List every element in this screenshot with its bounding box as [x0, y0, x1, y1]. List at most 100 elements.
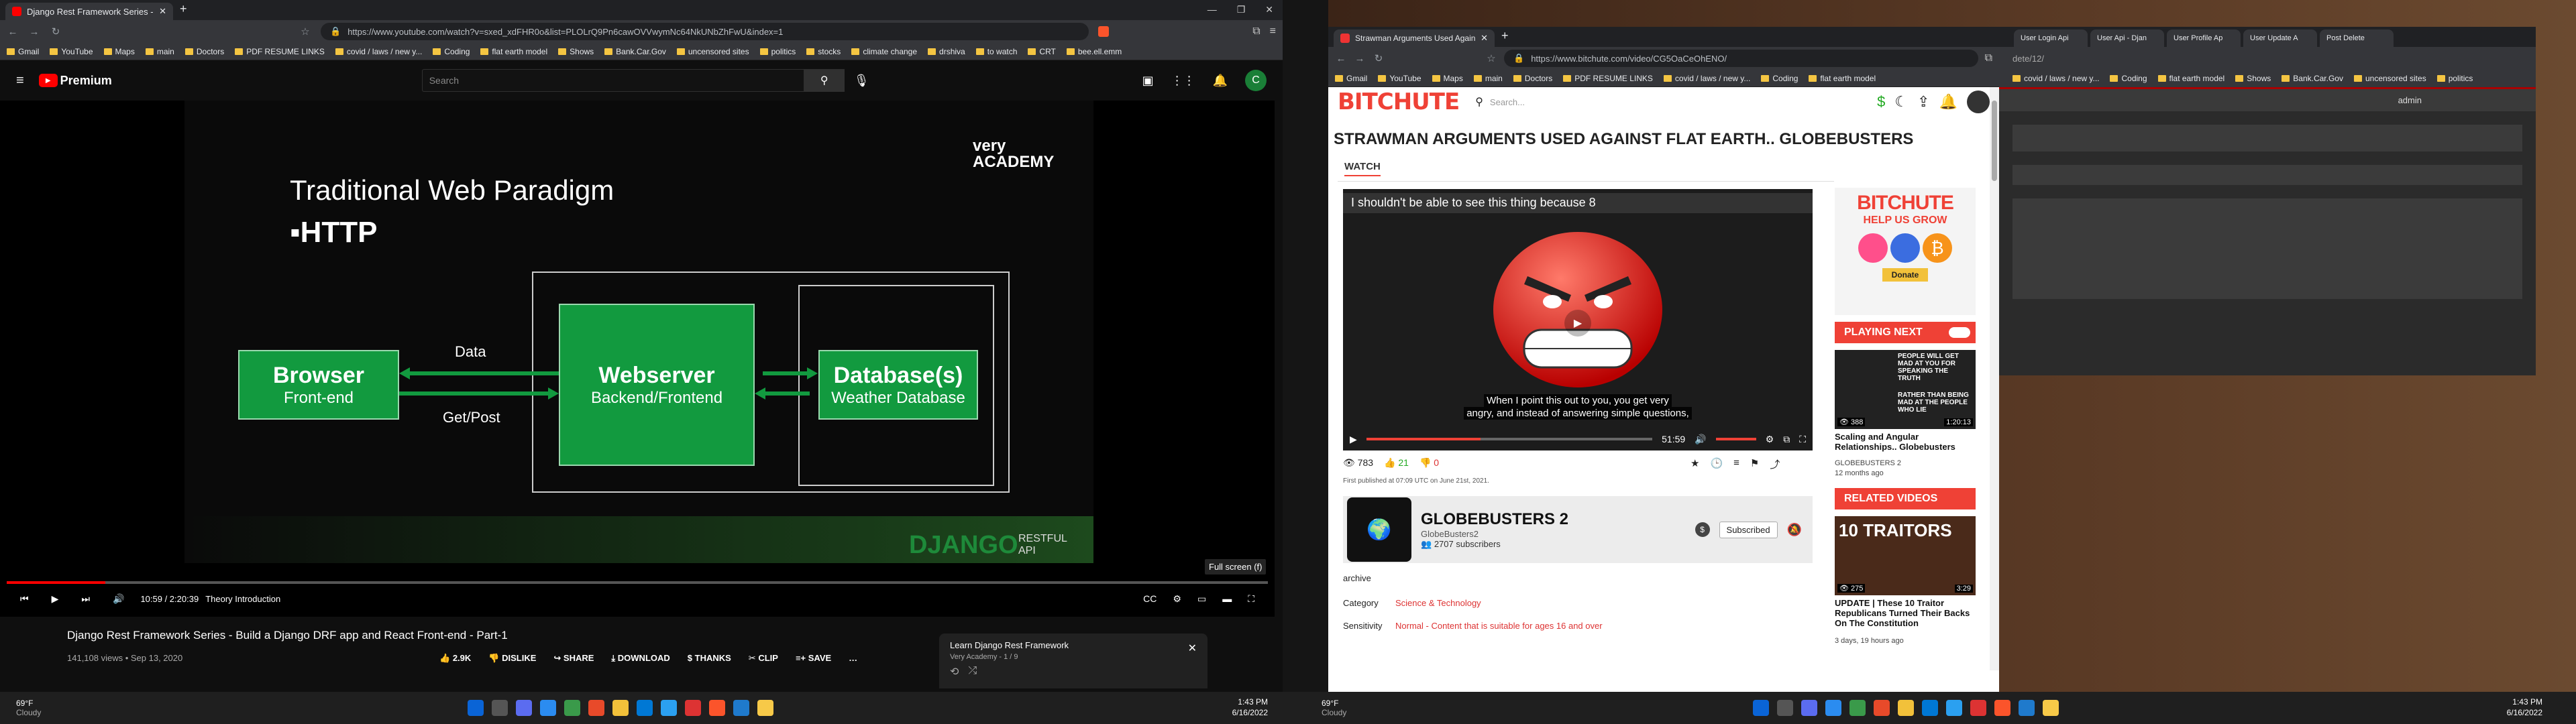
channel-name[interactable]: GLOBEBUSTERS 2 [1421, 510, 1686, 529]
avatar[interactable]: C [1245, 70, 1267, 91]
behind-tab[interactable]: User Api - Djan [2090, 29, 2164, 47]
bookmark-item[interactable]: uncensored sites [2353, 74, 2426, 83]
reload-icon[interactable]: ↻ [1373, 52, 1385, 64]
bookmark-item[interactable]: Gmail [7, 47, 39, 56]
tip-dollar-icon[interactable]: $ [1695, 522, 1710, 537]
photos-icon[interactable] [661, 700, 678, 716]
search-input[interactable]: Search [421, 69, 804, 92]
file-explorer-icon[interactable] [1898, 700, 1915, 716]
chapter-title[interactable]: Theory Introduction [205, 594, 280, 604]
video-play-overlay-icon[interactable]: ▶ [1564, 310, 1591, 337]
edge-icon[interactable] [1849, 700, 1866, 716]
microphone-icon[interactable]: 🎙 [854, 74, 869, 88]
clock-right[interactable]: 1:43 PM 6/16/2022 [2507, 697, 2542, 718]
behind-tab[interactable]: Post Delete [2320, 29, 2394, 47]
bookmark-item[interactable]: to watch [975, 47, 1017, 56]
playlist-panel[interactable]: Learn Django Rest Framework Very Academy… [939, 634, 1208, 688]
edge-icon[interactable] [564, 700, 581, 716]
clock[interactable]: 1:43 PM 6/16/2022 [1232, 697, 1268, 718]
extensions-icon[interactable]: ⧉ [1252, 25, 1260, 38]
channel-handle[interactable]: GlobeBusters2 [1421, 529, 1686, 539]
play-icon[interactable]: ▶ [52, 593, 59, 605]
vscode-icon[interactable] [733, 700, 750, 716]
bookmark-item[interactable]: politics [759, 47, 796, 56]
search-icon[interactable] [1777, 700, 1794, 716]
bookmark-item[interactable]: flat earth model [480, 47, 547, 56]
flag-icon[interactable]: ⚑ [1750, 457, 1759, 471]
autoplay-toggle[interactable] [1949, 327, 1970, 338]
bookmark-item[interactable]: Coding [433, 47, 470, 56]
bookmark-item[interactable]: Coding [1761, 74, 1798, 83]
bitchute-search-input[interactable]: Search... [1490, 97, 1772, 107]
bookmark-item[interactable]: Shows [558, 47, 594, 56]
bookmark-item[interactable]: bee.ell.emm [1066, 47, 1122, 56]
dislike-button[interactable]: 👎 DISLIKE [488, 653, 536, 664]
reload-icon[interactable]: ↻ [50, 25, 62, 38]
ad-donate-button[interactable]: Donate [1882, 268, 1929, 282]
tab-bitchute[interactable]: Strawman Arguments Used Again ✕ [1334, 29, 1495, 47]
close-tab-icon[interactable]: ✕ [1481, 33, 1488, 44]
bookmark-item[interactable]: Doctors [184, 47, 224, 56]
forward-icon[interactable]: → [1354, 53, 1366, 64]
playlist-close-icon[interactable]: ✕ [1188, 642, 1197, 655]
youtube-logo[interactable]: ▶ Premium [38, 74, 112, 88]
settings-gear-icon[interactable]: ⚙ [1766, 434, 1774, 445]
theater-mode-icon[interactable]: ▬ [1222, 593, 1232, 605]
mail-icon[interactable] [637, 700, 653, 716]
bookmark-icon[interactable]: ☆ [1485, 52, 1497, 64]
scrollbar-thumb[interactable] [1992, 101, 1997, 181]
bookmark-item[interactable]: main [145, 47, 174, 56]
play-icon[interactable]: ▶ [1350, 434, 1357, 445]
dislike-button[interactable]: 👎 0 [1419, 457, 1439, 469]
share-button[interactable]: ↪ SHARE [553, 653, 594, 664]
notifications-icon[interactable]: 🔔 [1213, 74, 1228, 88]
hamburger-menu-icon[interactable]: ≡ [16, 73, 24, 88]
store-icon[interactable] [1874, 700, 1890, 716]
widgets-icon[interactable] [1801, 700, 1818, 716]
volume-icon[interactable]: 🔊 [1695, 434, 1706, 445]
bookmark-item[interactable]: Coding [2110, 74, 2147, 83]
playlist-add-icon[interactable]: ≡ [1733, 457, 1739, 471]
fullscreen-icon[interactable]: ⛶ [1248, 593, 1254, 605]
related-video-thumbnail[interactable]: 10 TRAITORS 👁 275 3:29 [1835, 516, 1976, 595]
like-button[interactable]: 👍 21 [1384, 457, 1409, 469]
subscribed-button[interactable]: Subscribed [1719, 521, 1778, 538]
bitchute-video-player[interactable]: I shouldn't be able to see this thing be… [1343, 189, 1813, 450]
bookmark-item[interactable]: Maps [1432, 74, 1463, 83]
new-tab-icon[interactable]: + [1501, 29, 1509, 43]
bookmark-icon[interactable]: ☆ [299, 25, 311, 38]
bookmark-item[interactable]: Doctors [1513, 74, 1552, 83]
bitchute-logo[interactable]: BITCHUTE [1338, 88, 1460, 115]
forward-icon[interactable]: → [28, 26, 40, 38]
channel-avatar[interactable]: 🌍 [1347, 497, 1411, 562]
next-video-title[interactable]: Scaling and Angular Relationships.. Glob… [1835, 432, 1976, 452]
tab-youtube[interactable]: Django Rest Framework Series - B ✕ [5, 3, 173, 20]
store-icon[interactable] [588, 700, 605, 716]
popout-icon[interactable]: ⧉ [1783, 434, 1790, 445]
bookmark-item[interactable]: Bank.Car.Gov [2282, 74, 2343, 83]
next-video-channel[interactable]: GLOBEBUSTERS 2 [1835, 459, 1901, 467]
weather-widget[interactable]: 69°F Cloudy [16, 699, 41, 718]
bookmark-item[interactable]: politics [2436, 74, 2473, 83]
search-icon[interactable] [492, 700, 508, 716]
captions-icon[interactable]: CC [1143, 593, 1157, 605]
clip-button[interactable]: ✂ CLIP [749, 653, 778, 664]
thanks-button[interactable]: $ THANKS [688, 653, 731, 664]
category-link[interactable]: Science & Technology [1395, 598, 1481, 608]
bookmark-item[interactable]: drshiva [928, 47, 965, 56]
previous-icon[interactable]: ⏮ [20, 593, 29, 605]
brave-icon[interactable] [709, 700, 726, 716]
dark-mode-icon[interactable]: ☾ [1894, 93, 1908, 111]
behind-tab[interactable]: User Login Api [2014, 29, 2088, 47]
save-button[interactable]: ≡+ SAVE [796, 653, 831, 664]
shuffle-icon[interactable]: ⤮ [968, 665, 977, 678]
bookmark-item[interactable]: YouTube [1378, 74, 1421, 83]
chat-icon[interactable] [540, 700, 557, 716]
mail-icon[interactable] [1922, 700, 1939, 716]
menu-icon[interactable]: ≡ [1270, 25, 1276, 38]
close-tab-icon[interactable]: ✕ [159, 6, 166, 17]
vscode-icon[interactable] [2019, 700, 2035, 716]
next-video-thumbnail[interactable]: PEOPLE WILL GET MAD AT YOU FOR SPEAKING … [1835, 350, 1976, 429]
watch-tab[interactable]: WATCH [1344, 161, 1381, 176]
behind-tab[interactable]: User Profile Ap [2167, 29, 2241, 47]
